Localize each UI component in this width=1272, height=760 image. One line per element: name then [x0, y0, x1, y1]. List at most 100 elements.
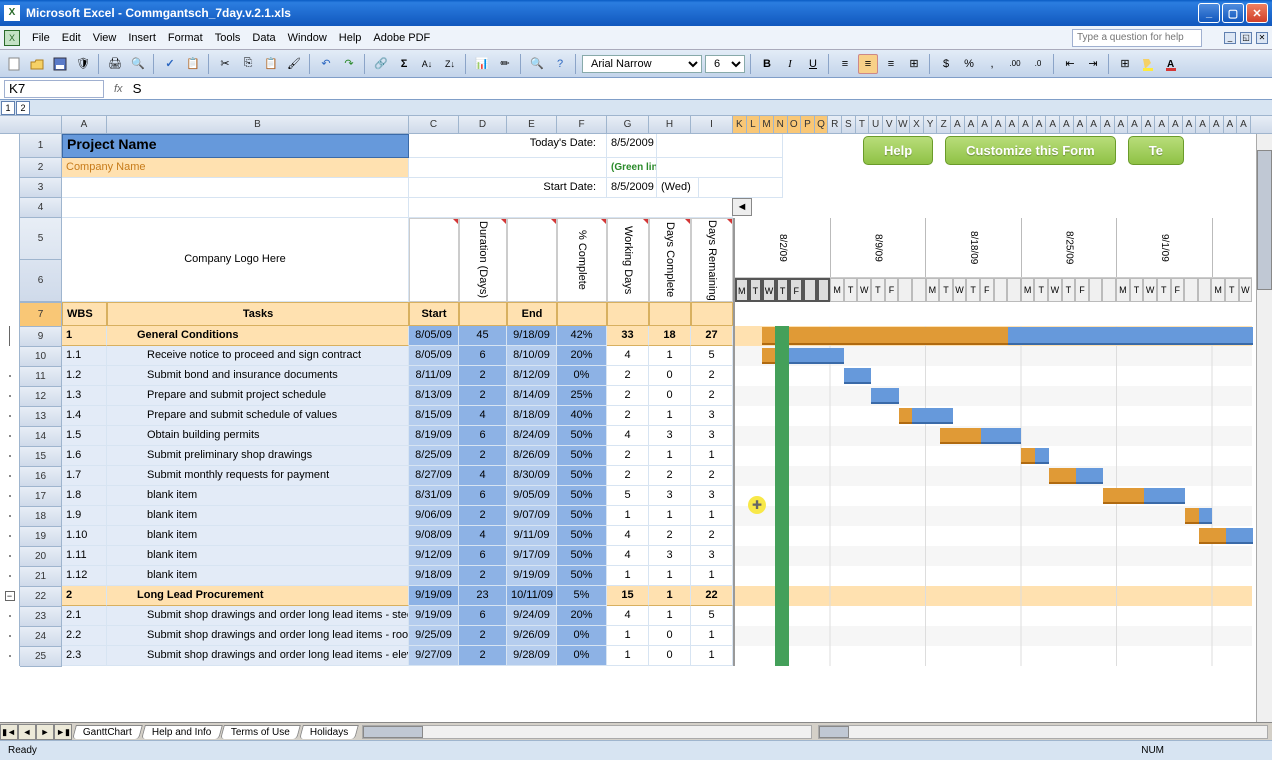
col-header-narrow[interactable]: A: [1237, 116, 1251, 133]
cell-dr[interactable]: 5: [691, 606, 733, 626]
cell-dr[interactable]: 5: [691, 346, 733, 366]
menu-help[interactable]: Help: [339, 32, 362, 44]
cell-duration[interactable]: 4: [459, 526, 507, 546]
cell-end[interactable]: 8/30/09: [507, 466, 557, 486]
cell-task[interactable]: Obtain building permits: [107, 426, 409, 446]
cell-wbs[interactable]: 1.12: [62, 566, 107, 586]
row-header[interactable]: 9: [20, 327, 62, 347]
cell-task[interactable]: blank item: [107, 506, 409, 526]
cell-dc[interactable]: 0: [649, 366, 691, 386]
cell-wbs[interactable]: 1.9: [62, 506, 107, 526]
cell-pct[interactable]: 0%: [557, 366, 607, 386]
cell-start[interactable]: 9/25/09: [409, 626, 459, 646]
outline-level-2[interactable]: 2: [16, 101, 30, 115]
zoom-icon[interactable]: 🔍: [527, 54, 547, 74]
row-header[interactable]: 22: [20, 587, 62, 607]
row-header[interactable]: 20: [20, 547, 62, 567]
row-header[interactable]: 23: [20, 607, 62, 627]
autosum-icon[interactable]: Σ: [394, 54, 414, 74]
cell-pct[interactable]: 50%: [557, 466, 607, 486]
cell-end[interactable]: 9/19/09: [507, 566, 557, 586]
col-header[interactable]: G: [607, 116, 649, 133]
menu-edit[interactable]: Edit: [62, 32, 81, 44]
cell-dr[interactable]: 27: [691, 326, 733, 346]
company-name-cell[interactable]: Company Name: [62, 158, 409, 178]
merge-center-icon[interactable]: ⊞: [904, 54, 924, 74]
cell-task[interactable]: Submit bond and insurance documents: [107, 366, 409, 386]
cell-task[interactable]: Submit monthly requests for payment: [107, 466, 409, 486]
cell-start[interactable]: 8/27/09: [409, 466, 459, 486]
tab-nav-first[interactable]: ▮◄: [0, 724, 18, 740]
name-box[interactable]: [4, 80, 104, 98]
cell-wd[interactable]: 15: [607, 586, 649, 606]
cell-start[interactable]: 8/05/09: [409, 326, 459, 346]
cell-wbs[interactable]: 1.8: [62, 486, 107, 506]
cell-dr[interactable]: 1: [691, 626, 733, 646]
row-header[interactable]: 21: [20, 567, 62, 587]
increase-decimal-icon[interactable]: .00: [1005, 54, 1025, 74]
drawing-icon[interactable]: ✏: [495, 54, 515, 74]
align-right-icon[interactable]: ≡: [881, 54, 901, 74]
workbook-minimize-button[interactable]: _: [1224, 32, 1236, 44]
cell-dc[interactable]: 2: [649, 526, 691, 546]
tab-nav-last[interactable]: ►▮: [54, 724, 72, 740]
col-header-narrow[interactable]: A: [992, 116, 1006, 133]
cell-pct[interactable]: 50%: [557, 486, 607, 506]
cell-wd[interactable]: 1: [607, 506, 649, 526]
col-header-narrow[interactable]: Z: [937, 116, 951, 133]
cell-wbs[interactable]: 1.7: [62, 466, 107, 486]
cell-task[interactable]: blank item: [107, 546, 409, 566]
cell-duration[interactable]: 6: [459, 486, 507, 506]
cell-end[interactable]: 8/10/09: [507, 346, 557, 366]
tab-nav-prev[interactable]: ◄: [18, 724, 36, 740]
print-preview-icon[interactable]: 🔍: [128, 54, 148, 74]
cell-duration[interactable]: 2: [459, 366, 507, 386]
cell-pct[interactable]: 20%: [557, 606, 607, 626]
cell-wd[interactable]: 4: [607, 546, 649, 566]
row-header[interactable]: 15: [20, 447, 62, 467]
row-header[interactable]: 10: [20, 347, 62, 367]
research-icon[interactable]: 📋: [183, 54, 203, 74]
help-icon[interactable]: ?: [550, 54, 570, 74]
cell-task[interactable]: Prepare and submit project schedule: [107, 386, 409, 406]
cell-wd[interactable]: 4: [607, 426, 649, 446]
cell-dr[interactable]: 2: [691, 466, 733, 486]
col-header-narrow[interactable]: A: [1128, 116, 1142, 133]
row-header[interactable]: 4: [20, 198, 62, 218]
cell-dc[interactable]: 3: [649, 546, 691, 566]
cell-duration[interactable]: 6: [459, 426, 507, 446]
cell-wbs[interactable]: 2.3: [62, 646, 107, 666]
cell-end[interactable]: 8/12/09: [507, 366, 557, 386]
cell-wbs[interactable]: 1.10: [62, 526, 107, 546]
col-header-narrow[interactable]: K: [733, 116, 747, 133]
col-header-narrow[interactable]: L: [747, 116, 761, 133]
cell-dr[interactable]: 2: [691, 526, 733, 546]
window-maximize-button[interactable]: ▢: [1222, 3, 1244, 23]
cell-wbs[interactable]: 1.4: [62, 406, 107, 426]
cell-wbs[interactable]: 2.2: [62, 626, 107, 646]
cell-start[interactable]: 9/06/09: [409, 506, 459, 526]
copy-icon[interactable]: ⎘: [238, 54, 258, 74]
cell-start[interactable]: 8/05/09: [409, 346, 459, 366]
cell-task[interactable]: blank item: [107, 486, 409, 506]
cell-start[interactable]: 8/13/09: [409, 386, 459, 406]
cell-duration[interactable]: 2: [459, 566, 507, 586]
cell-end[interactable]: 9/17/09: [507, 546, 557, 566]
row-header[interactable]: 14: [20, 427, 62, 447]
cell-end[interactable]: 10/11/09: [507, 586, 557, 606]
cell-task[interactable]: blank item: [107, 566, 409, 586]
col-header[interactable]: H: [649, 116, 691, 133]
cell-task[interactable]: Submit shop drawings and order long lead…: [107, 646, 409, 666]
row-header[interactable]: 56: [20, 218, 62, 302]
col-header[interactable]: A: [62, 116, 107, 133]
cell-duration[interactable]: 6: [459, 346, 507, 366]
menu-window[interactable]: Window: [288, 32, 327, 44]
cell-end[interactable]: 8/14/09: [507, 386, 557, 406]
cell-end[interactable]: 9/07/09: [507, 506, 557, 526]
col-header-narrow[interactable]: A: [1101, 116, 1115, 133]
menu-view[interactable]: View: [93, 32, 117, 44]
cell-start[interactable]: 8/11/09: [409, 366, 459, 386]
cell-dr[interactable]: 3: [691, 426, 733, 446]
cell-pct[interactable]: 0%: [557, 626, 607, 646]
sheet-tab-holidays[interactable]: Holidays: [299, 725, 359, 739]
